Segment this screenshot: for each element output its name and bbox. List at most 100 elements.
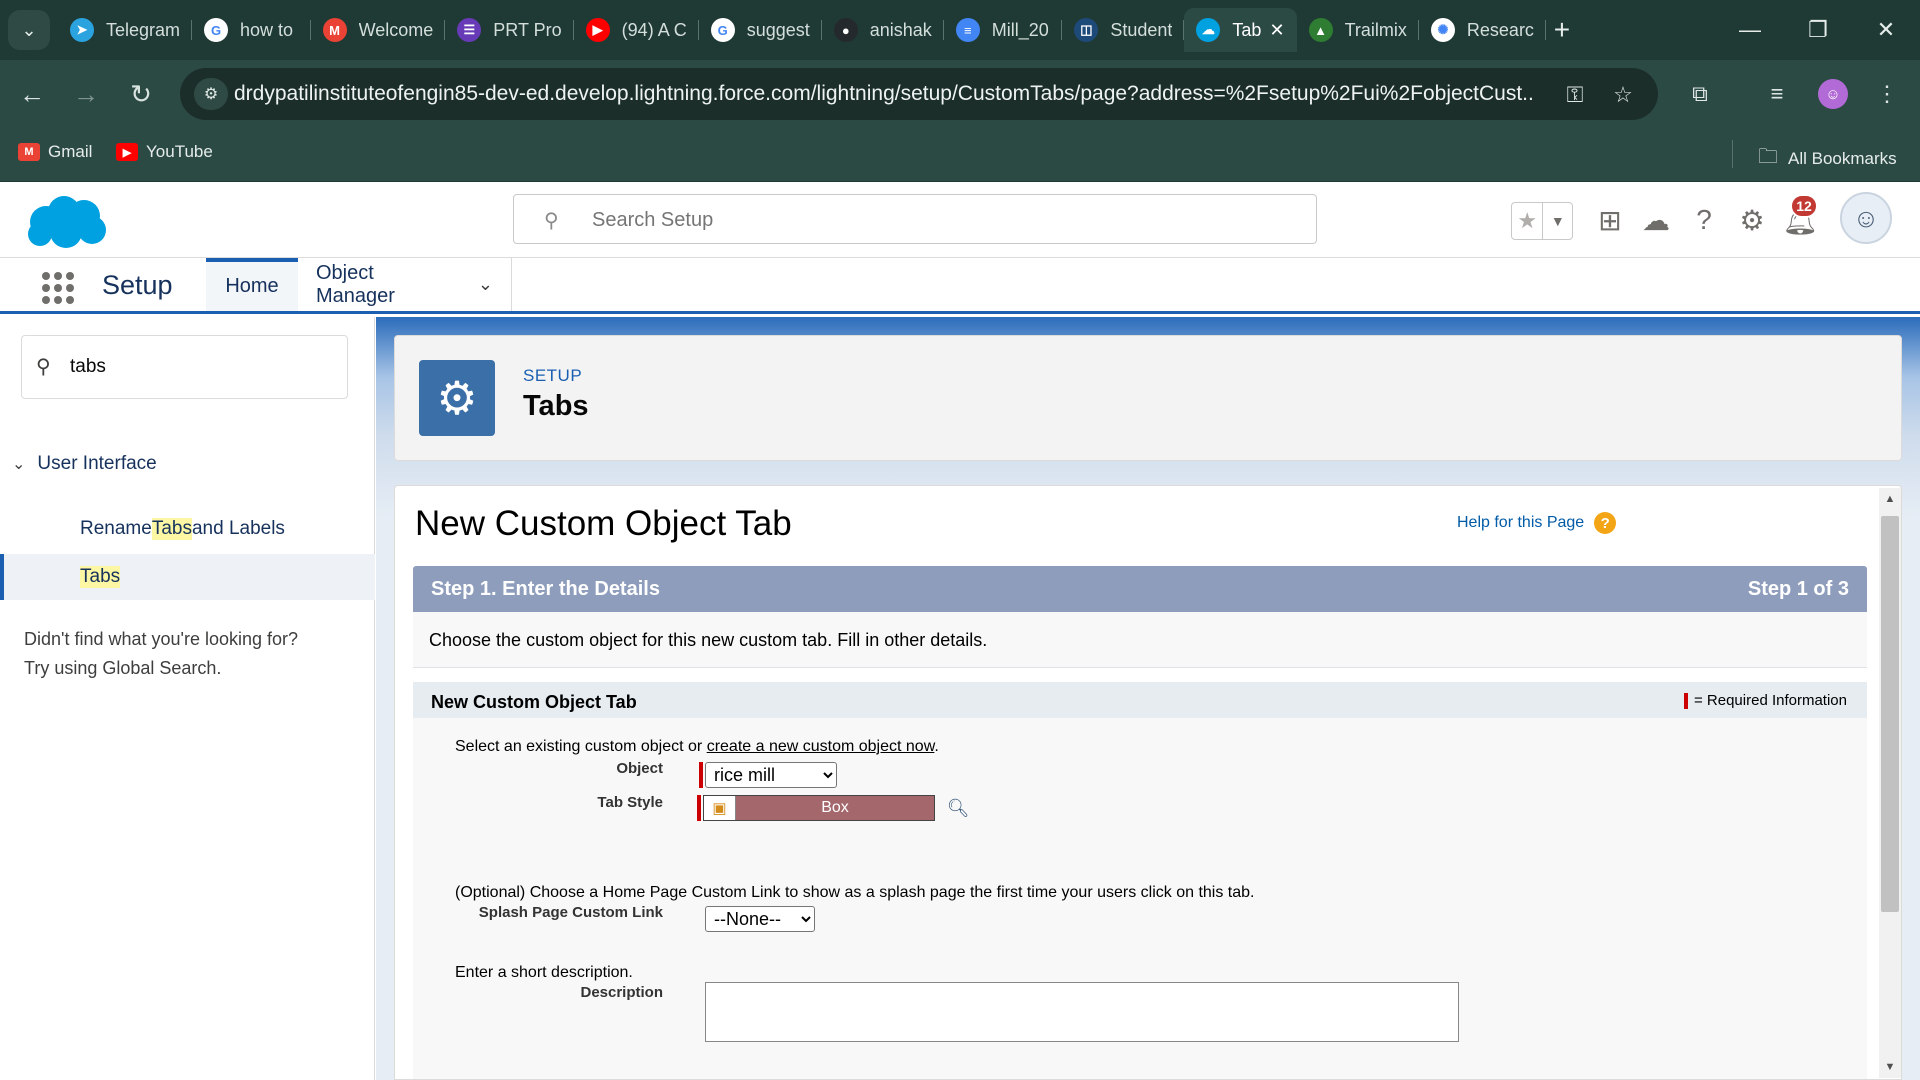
tab-title: PRT Pro <box>493 19 562 40</box>
profile-avatar-icon[interactable]: ☺ <box>1818 79 1848 109</box>
browser-tab[interactable]: ≡ Mill_20 <box>944 8 1063 52</box>
search-highlight: Tabs <box>80 566 121 588</box>
tab-title: (94) A C <box>621 19 687 40</box>
content-scrollbar[interactable]: ▲ ▼ <box>1879 488 1901 1078</box>
splash-instructions: (Optional) Choose a Home Page Custom Lin… <box>455 884 1255 901</box>
object-select[interactable]: rice mill <box>705 762 837 788</box>
chevron-down-icon[interactable]: ⌄ <box>12 454 25 474</box>
setup-gear-icon[interactable]: ⚙ <box>1734 202 1770 238</box>
forward-icon[interactable]: → <box>66 74 106 114</box>
tab-style-label: Tab Style <box>597 794 663 811</box>
trailhead-icon: ▲ <box>1308 18 1333 42</box>
bookmark-gmail[interactable]: M Gmail <box>18 142 92 162</box>
favorites-group[interactable]: ★ ▼ <box>1511 202 1573 240</box>
quick-find-input[interactable] <box>70 354 330 380</box>
tab-home[interactable]: Home <box>206 258 298 311</box>
browser-tab[interactable]: ➤ Telegram <box>58 8 193 52</box>
openai-icon: ✺ <box>1430 18 1455 42</box>
description-textarea[interactable] <box>705 982 1459 1042</box>
docs-icon: ≡ <box>955 18 980 42</box>
trailhead-icon[interactable]: ☁ <box>1638 202 1674 238</box>
tab-object-manager[interactable]: Object Manager ⌄ <box>298 258 512 311</box>
chevron-down-icon[interactable]: ⌄ <box>478 274 493 295</box>
browser-tab[interactable]: Ghow to <box>192 8 311 52</box>
omnibox[interactable]: ⚙ drdypatilinstituteofengin85-dev-ed.dev… <box>180 68 1658 120</box>
new-tab-icon[interactable]: + <box>1546 8 1578 52</box>
breadcrumb: SETUP <box>523 366 583 385</box>
tab-title: Welcome <box>358 19 434 40</box>
salesforce-logo[interactable] <box>22 192 110 252</box>
tab-title: Student <box>1110 19 1173 40</box>
bookmarks-bar: M Gmail ▶ YouTube 🗀 All Bookmarks <box>0 128 1920 182</box>
object-label: Object <box>616 760 663 777</box>
scroll-thumb[interactable] <box>1881 516 1899 912</box>
browser-tab[interactable]: ◫ Student <box>1062 8 1185 52</box>
tab-strip: ➤ Telegram Ghow to M Welcome ☰ PRT Pro ▶ (94) A … <box>58 8 1578 52</box>
minimize-icon[interactable]: — <box>1716 0 1784 60</box>
description-instructions: Enter a short description. <box>455 964 633 981</box>
page-header: ⚙ SETUP Tabs <box>394 335 1902 461</box>
item-text: and Labels <box>191 518 285 539</box>
bookmark-label: YouTube <box>146 142 213 161</box>
restore-icon[interactable]: ❐ <box>1784 0 1852 60</box>
global-actions-icon[interactable]: ⊞ <box>1592 202 1628 238</box>
back-icon[interactable]: ← <box>12 74 52 114</box>
browser-tab[interactable]: ✺ Researc <box>1419 8 1546 52</box>
help-link-text[interactable]: Help for this Page <box>1457 514 1584 532</box>
tab-title: Researc <box>1466 19 1534 40</box>
lookup-magnifier-icon[interactable]: 🔍︎ <box>945 796 971 820</box>
bookmark-youtube[interactable]: ▶ YouTube <box>116 142 213 162</box>
browser-tab[interactable]: Gsuggest <box>699 8 822 52</box>
sidebar-item-tabs[interactable]: Tabs <box>0 554 375 600</box>
create-custom-object-link[interactable]: create a new custom object now <box>707 738 935 755</box>
app-launcher-icon[interactable] <box>40 270 74 304</box>
browser-tab[interactable]: ● anishak <box>822 8 944 52</box>
search-icon: ⚲ <box>544 210 559 232</box>
browser-tab[interactable]: M Welcome <box>311 8 446 52</box>
tab-search-icon[interactable]: ⌄ <box>8 10 50 50</box>
bookmark-star-icon[interactable]: ☆ <box>1608 80 1638 110</box>
browser-tab[interactable]: ▶ (94) A C <box>574 8 699 52</box>
object-manager-label: Object Manager <box>316 261 395 307</box>
help-for-page-link[interactable]: Help for this Page ? <box>1457 512 1617 534</box>
not-found-hint: Didn't find what you're looking for? Try… <box>24 625 354 683</box>
splash-page-select[interactable]: --None-- <box>705 906 815 932</box>
url-text[interactable]: drdypatilinstituteofengin85-dev-ed.devel… <box>234 82 1534 106</box>
browser-tab[interactable]: ▲ Trailmix <box>1297 8 1419 52</box>
splash-page-label: Splash Page Custom Link <box>478 904 663 921</box>
section-title-text: New Custom Object Tab <box>431 692 637 712</box>
help-icon[interactable]: ? <box>1686 202 1722 238</box>
close-tab-icon[interactable]: ✕ <box>1269 20 1284 41</box>
tab-title: Telegram <box>106 19 181 40</box>
youtube-icon: ▶ <box>585 18 610 42</box>
tab-style-field[interactable]: ▣ Box <box>703 795 935 821</box>
scroll-down-icon[interactable]: ▼ <box>1879 1058 1901 1076</box>
not-found-line: Didn't find what you're looking for? <box>24 629 299 649</box>
quick-find-box[interactable]: ⚲ <box>21 335 348 399</box>
favorites-star-icon[interactable]: ★ <box>1512 203 1544 239</box>
setup-nav-bar: Setup Home Object Manager ⌄ <box>0 258 1920 314</box>
close-window-icon[interactable]: ✕ <box>1852 0 1920 60</box>
setup-search-box[interactable]: ⚲ <box>513 194 1317 244</box>
tab-title: Mill_20 <box>991 19 1049 40</box>
wizard-card: New Custom Object Tab Help for this Page… <box>394 485 1902 1080</box>
help-icon[interactable]: ? <box>1594 512 1617 534</box>
instruction-text: . <box>934 738 939 755</box>
extensions-icon[interactable]: ⧉ <box>1680 74 1720 114</box>
favorites-dropdown-icon[interactable]: ▼ <box>1543 203 1572 239</box>
google-icon: G <box>710 18 735 42</box>
sidebar-item-rename-tabs[interactable]: Rename Tabs and Labels <box>0 506 375 552</box>
browser-tab[interactable]: ☰ PRT Pro <box>445 8 574 52</box>
user-avatar[interactable]: ☺ <box>1840 192 1892 244</box>
media-controls-icon[interactable]: ≡ <box>1757 74 1797 114</box>
all-bookmarks-label: All Bookmarks <box>1788 149 1897 168</box>
setup-search-input[interactable] <box>592 207 1292 233</box>
password-key-icon[interactable]: ⚿ <box>1560 80 1590 110</box>
all-bookmarks[interactable]: 🗀 All Bookmarks <box>1758 142 1897 176</box>
site-info-icon[interactable]: ⚙ <box>194 78 228 110</box>
browser-menu-icon[interactable]: ⋮ <box>1867 74 1907 114</box>
browser-tab[interactable]: ☁ Tab ✕ <box>1184 8 1297 52</box>
reload-icon[interactable]: ↻ <box>121 74 161 114</box>
tree-section-user-interface[interactable]: ⌄ User Interface <box>12 453 157 475</box>
scroll-up-icon[interactable]: ▲ <box>1879 490 1901 508</box>
